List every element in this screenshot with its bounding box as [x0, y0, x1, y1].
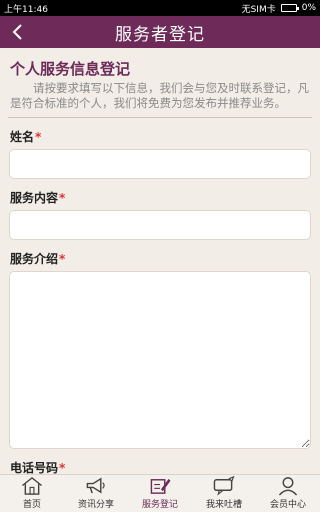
- service-intro-label-text: 服务介绍: [10, 252, 59, 266]
- page-title: 服务者登记: [115, 24, 205, 45]
- user-icon: [278, 477, 298, 496]
- edit-icon: [150, 478, 171, 494]
- status-time: 上午11:46: [4, 4, 48, 15]
- service-intro-label: 服务介绍*: [10, 250, 310, 267]
- tab-label: 资讯分享: [77, 500, 114, 510]
- required-mark: *: [59, 252, 66, 266]
- tab-service-register[interactable]: 服务登记: [128, 475, 192, 512]
- service-content-field[interactable]: [9, 210, 311, 240]
- chat-icon: [213, 475, 235, 496]
- form-content: 个人服务信息登记 请按要求填写以下信息，我们会与您及时联系登记，凡是符合标准的个…: [0, 48, 320, 474]
- status-indicators: 无SIM卡 0%: [242, 2, 316, 15]
- megaphone-icon: [86, 477, 105, 494]
- tab-label: 会员中心: [269, 500, 306, 510]
- tab-complaints[interactable]: 我来吐槽: [192, 475, 256, 512]
- back-button[interactable]: [6, 20, 30, 44]
- tab-label: 我来吐槽: [205, 500, 242, 510]
- phone-label: 电话号码*: [10, 459, 310, 474]
- tab-home[interactable]: 首页: [0, 475, 64, 512]
- tab-label: 服务登记: [141, 500, 178, 510]
- required-mark: *: [59, 461, 66, 474]
- name-label: 姓名*: [10, 128, 310, 145]
- battery-icon: [280, 4, 299, 12]
- name-label-text: 姓名: [10, 130, 35, 144]
- nav-bar: 服务者登记: [0, 16, 320, 48]
- chevron-left-icon: [12, 24, 22, 40]
- battery-percent: 0%: [301, 3, 316, 13]
- required-mark: *: [59, 191, 66, 205]
- status-carrier: 无SIM卡: [241, 4, 276, 15]
- intro-text: 请按要求填写以下信息，我们会与您及时联系登记，凡是符合标准的个人，我们将免费为您…: [10, 81, 309, 110]
- service-content-label-text: 服务内容: [10, 191, 59, 205]
- tab-member[interactable]: 会员中心: [256, 475, 320, 512]
- service-intro-field[interactable]: [9, 271, 311, 449]
- required-mark: *: [35, 130, 42, 144]
- tab-bar: 首页 资讯分享 服务登记 我来吐槽 会员中心: [0, 474, 320, 512]
- divider: [8, 117, 312, 118]
- section-title: 个人服务信息登记: [10, 60, 131, 78]
- service-content-label: 服务内容*: [10, 189, 310, 206]
- home-icon: [22, 476, 42, 495]
- tab-label: 首页: [22, 500, 41, 510]
- phone-label-text: 电话号码: [10, 461, 59, 474]
- tab-news[interactable]: 资讯分享: [64, 475, 128, 512]
- name-field[interactable]: [9, 149, 311, 179]
- status-bar: 上午11:46 无SIM卡 0%: [0, 0, 320, 16]
